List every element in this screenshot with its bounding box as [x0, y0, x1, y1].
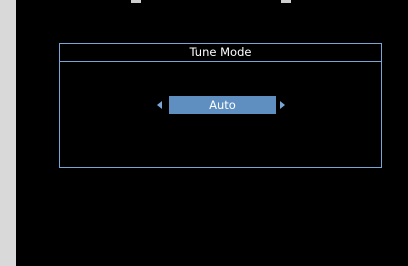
top-edge — [16, 0, 408, 3]
selected-value[interactable]: Auto — [169, 96, 276, 114]
screen: Tune Mode Auto — [16, 0, 408, 266]
tune-mode-selector[interactable]: Auto — [60, 96, 381, 114]
left-arrow-icon[interactable] — [157, 101, 162, 109]
tune-mode-dialog: Tune Mode Auto — [59, 43, 382, 168]
top-notch-right — [281, 0, 291, 3]
top-notch-left — [131, 0, 141, 3]
dialog-title: Tune Mode — [60, 44, 381, 62]
right-arrow-icon[interactable] — [280, 101, 285, 109]
